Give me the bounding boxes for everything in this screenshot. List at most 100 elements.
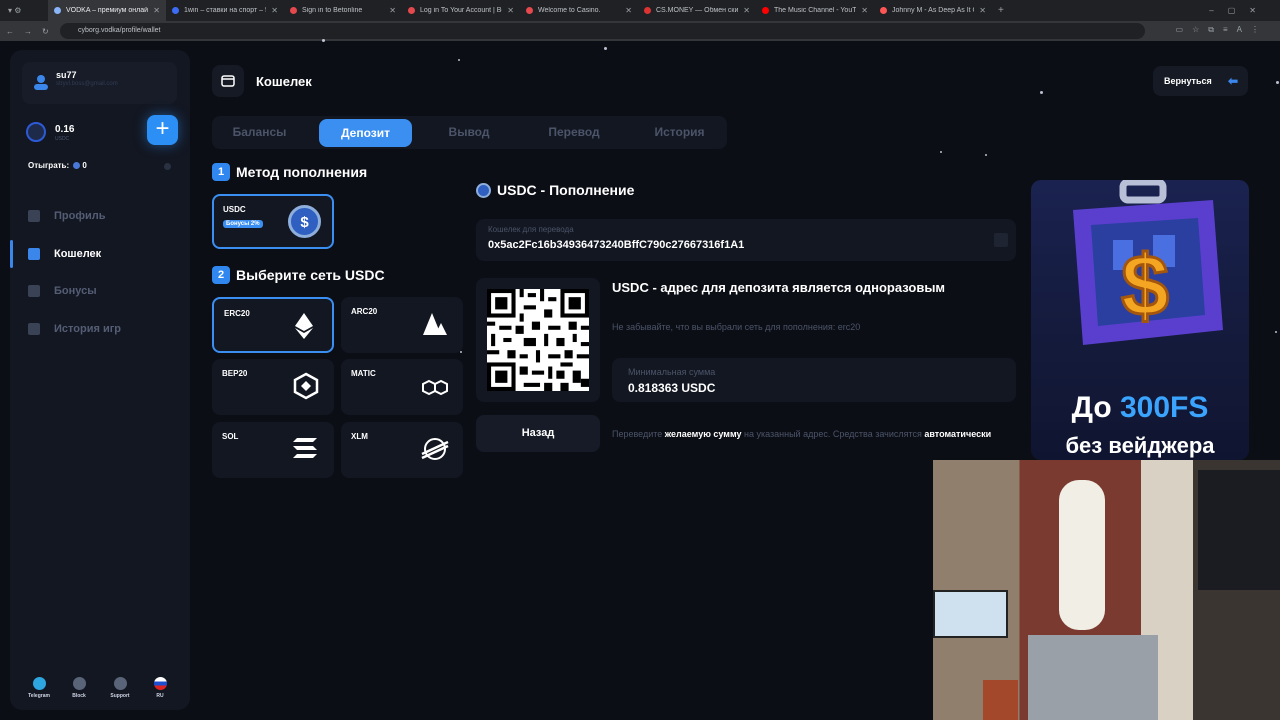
step-network-heading: 2 Выберите сеть USDC [212, 266, 385, 284]
add-funds-button[interactable]: + [147, 115, 178, 145]
nav-label: История игр [54, 323, 122, 335]
method-name: USDC [223, 205, 246, 214]
minimum-value: 0.818363 USDC [628, 381, 716, 395]
browser-tab[interactable]: Welcome to Casino. ✕ [520, 0, 638, 21]
promo-headline: До 300FS [1031, 391, 1249, 425]
deposit-address-field[interactable]: Кошелек для перевода 0x5ac2Fc16b34936473… [476, 219, 1016, 261]
hint-text: на указанный адрес. Средства зачислятся [741, 429, 925, 439]
close-tab-icon[interactable]: ✕ [979, 6, 986, 15]
headset-icon [113, 677, 127, 690]
tab-title: VODKA – премиум онлайн-ка [66, 7, 149, 14]
return-button[interactable]: Вернуться ⬅ [1153, 66, 1248, 96]
extensions-icons[interactable]: ▭☆⧉≡A⋮ [1176, 25, 1268, 35]
tab-deposit[interactable]: Депозит [319, 119, 412, 147]
back-button[interactable]: Назад [476, 415, 600, 452]
network-label: ERC20 [224, 309, 250, 318]
ethereum-icon [295, 313, 313, 339]
sidebar-item-wallet[interactable]: Кошелек [10, 239, 190, 269]
back-icon[interactable]: ← [6, 27, 14, 36]
sidebar-item-profile[interactable]: Профиль [10, 201, 190, 231]
step-title: Метод пополнения [236, 164, 368, 180]
browser-tab[interactable]: CS.MONEY — Обмен скинов С ✕ [638, 0, 756, 21]
user-icon [34, 75, 48, 90]
treasure-case-image: $ [1073, 180, 1223, 345]
info-icon[interactable] [164, 163, 171, 170]
network-reminder: Не забывайте, что вы выбрали сеть для по… [612, 322, 861, 332]
usdc-icon [476, 182, 491, 198]
solana-icon [293, 438, 317, 458]
tab-title: Log in To Your Account | BetO [420, 7, 502, 14]
promo-banner[interactable]: $ До 300FS без вейджера [1031, 180, 1249, 460]
address-value: 0x5ac2Fc16b34936473240BffC790c27667316f1… [488, 239, 745, 251]
close-tab-icon[interactable]: ✕ [625, 6, 632, 15]
telegram-link[interactable]: Telegram [19, 677, 59, 699]
browser-tab[interactable]: Sign in to Betonline ✕ [284, 0, 402, 21]
wallet-icon [28, 248, 40, 260]
bnb-icon [293, 372, 319, 400]
wallet-header-icon [212, 65, 244, 97]
address-bar[interactable]: cyborg.vodka/profile/wallet [60, 23, 1145, 39]
close-tab-icon[interactable]: ✕ [389, 6, 396, 15]
favicon-icon [54, 7, 61, 14]
stellar-icon [421, 438, 449, 460]
transfer-hint: Переведите желаемую сумму на указанный а… [612, 429, 991, 439]
svg-text:$: $ [1121, 238, 1169, 334]
promo-accent: 300FS [1120, 391, 1209, 424]
tab-transfer[interactable]: Перевод [528, 116, 620, 149]
balance-value: 0.16 [55, 124, 75, 135]
language-selector[interactable]: RU [140, 677, 180, 699]
network-erc20[interactable]: ERC20 [212, 297, 334, 353]
balance-currency: USDC [55, 136, 70, 142]
tab-title: Sign in to Betonline [302, 7, 363, 14]
favicon-icon [762, 7, 769, 14]
user-email: stryvl.boss@gmail.com [56, 81, 118, 87]
arrow-left-icon: ⬅ [1227, 74, 1238, 88]
promo-text: До [1071, 391, 1120, 424]
method-card-usdc[interactable]: USDC Бонусы 2% $ [212, 194, 334, 249]
favicon-icon [880, 7, 887, 14]
tab-balances[interactable]: Балансы [217, 116, 302, 149]
favicon-icon [644, 7, 651, 14]
webcam-overlay [933, 460, 1280, 720]
copy-icon[interactable] [994, 233, 1008, 247]
step-number: 2 [212, 266, 230, 284]
browser-tab[interactable]: The Music Channel - YouTube ✕ [756, 0, 874, 21]
user-card[interactable]: su77 stryvl.boss@gmail.com [22, 62, 177, 104]
support-link[interactable]: Support [100, 677, 140, 699]
block-link[interactable]: Block [59, 677, 99, 699]
tab-title: 1win – ставки на спорт – 5764 [184, 7, 266, 14]
network-label: MATIC [351, 369, 376, 378]
window-controls[interactable]: –▢✕ [1209, 6, 1280, 15]
close-tab-icon[interactable]: ✕ [743, 6, 750, 15]
network-xlm[interactable]: XLM [341, 422, 463, 478]
close-tab-icon[interactable]: ✕ [507, 6, 514, 15]
russia-flag-icon [153, 677, 167, 690]
network-label: ARC20 [351, 307, 378, 316]
social-label: Block [72, 693, 86, 699]
browser-tab[interactable]: 1win – ставки на спорт – 5764 ✕ [166, 0, 284, 21]
network-arc20[interactable]: ARC20 [341, 297, 463, 353]
browser-tab[interactable]: VODKA – премиум онлайн-ка ✕ [48, 0, 166, 21]
url-text: cyborg.vodka/profile/wallet [78, 27, 161, 34]
sidebar-item-game-history[interactable]: История игр [10, 314, 190, 344]
reload-icon[interactable]: ↻ [42, 27, 49, 36]
sidebar-item-bonuses[interactable]: Бонусы [10, 276, 190, 306]
browser-tab[interactable]: Johnny M - As Deep As It G ✕ [874, 0, 992, 21]
network-sol[interactable]: SOL [212, 422, 334, 478]
tab-history[interactable]: История [632, 116, 727, 149]
step-title: Выберите сеть USDC [236, 267, 385, 283]
forward-icon[interactable]: → [24, 27, 32, 36]
close-tab-icon[interactable]: ✕ [861, 6, 868, 15]
close-tab-icon[interactable]: ✕ [153, 6, 160, 15]
coin-icon [73, 162, 81, 169]
wager-row: Отыграть: 0 [28, 161, 87, 170]
close-tab-icon[interactable]: ✕ [271, 6, 278, 15]
bonus-badge: Бонусы 2% [223, 220, 263, 228]
new-tab-icon[interactable]: + [992, 5, 1004, 16]
deposit-title-text: USDC - Пополнение [497, 182, 635, 198]
tab-withdraw[interactable]: Вывод [424, 116, 514, 149]
network-matic[interactable]: MATIC [341, 359, 463, 415]
browser-tab[interactable]: Log in To Your Account | BetO ✕ [402, 0, 520, 21]
network-bep20[interactable]: BEP20 [212, 359, 334, 415]
tab-search-icon[interactable]: ▾ ⚙ [0, 0, 48, 21]
